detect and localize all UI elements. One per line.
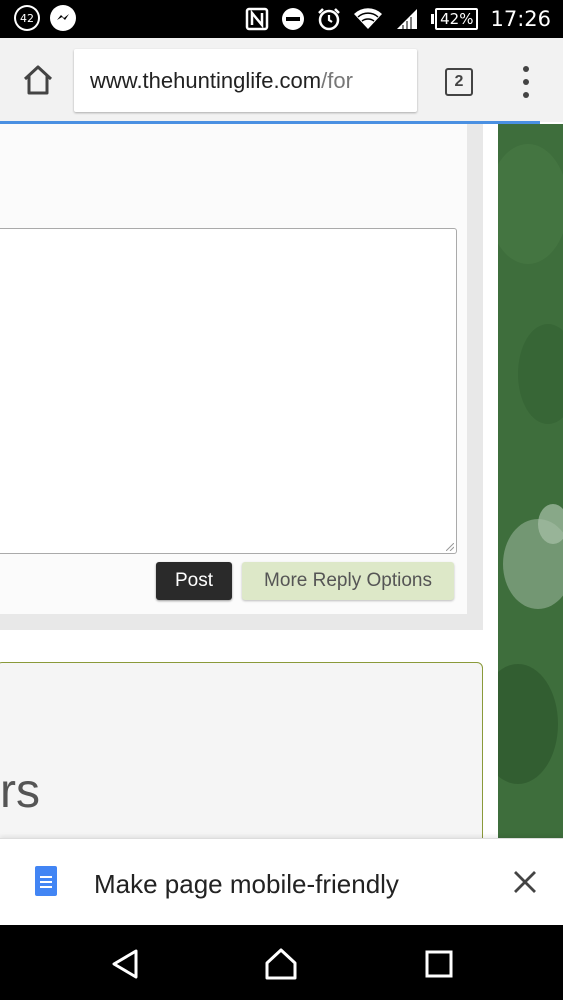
url-domain: www.thehuntinglife.com (90, 68, 322, 93)
resize-grip-icon[interactable] (446, 543, 454, 551)
more-vert-icon[interactable] (516, 66, 536, 98)
notification-count: 42 (16, 7, 38, 29)
background-foliage (498, 124, 563, 838)
system-navigation-bar (0, 925, 563, 1000)
section-heading-partial: rs (0, 765, 40, 818)
tab-switcher-button[interactable]: 2 (445, 68, 473, 96)
status-bar: 42 42% 17:26 (0, 0, 563, 38)
do-not-disturb-icon (282, 8, 305, 30)
quick-reply-inner: Post More Reply Options (0, 124, 467, 614)
wifi-icon (354, 8, 383, 30)
tab-count: 2 (454, 73, 464, 90)
more-reply-options-button[interactable]: More Reply Options (242, 562, 454, 600)
back-icon[interactable] (108, 947, 142, 981)
quick-reply-panel: Post More Reply Options (0, 124, 483, 630)
reply-textarea[interactable] (0, 228, 457, 554)
home-nav-icon[interactable] (264, 947, 298, 981)
notification-count-icon: 42 (14, 5, 40, 31)
url-bar[interactable]: www.thehuntinglife.com/for (74, 49, 417, 112)
web-page[interactable]: Post More Reply Options rs (0, 124, 563, 838)
page-gutter (483, 124, 498, 838)
url-text: www.thehuntinglife.com/for (90, 68, 353, 94)
forum-section-box (0, 662, 483, 838)
close-icon[interactable] (512, 869, 538, 895)
url-path: /for (321, 68, 353, 93)
battery-icon: 42% (431, 8, 479, 30)
cellular-signal-icon (397, 9, 418, 29)
infobar-message[interactable]: Make page mobile-friendly (94, 869, 399, 900)
status-left: 42 (14, 5, 76, 31)
post-button[interactable]: Post (156, 562, 232, 600)
nfc-icon (245, 7, 269, 31)
battery-percent: 42% (435, 8, 479, 30)
home-icon (23, 65, 53, 95)
document-icon (35, 866, 57, 896)
mobile-friendly-infobar[interactable]: Make page mobile-friendly (0, 838, 563, 925)
clock: 17:26 (490, 7, 551, 31)
status-right: 42% 17:26 (245, 6, 551, 32)
browser-toolbar: www.thehuntinglife.com/for 2 (0, 38, 563, 122)
home-button[interactable] (20, 62, 56, 98)
alarm-icon (318, 8, 341, 31)
messenger-icon (50, 5, 76, 31)
recents-icon[interactable] (422, 947, 456, 981)
